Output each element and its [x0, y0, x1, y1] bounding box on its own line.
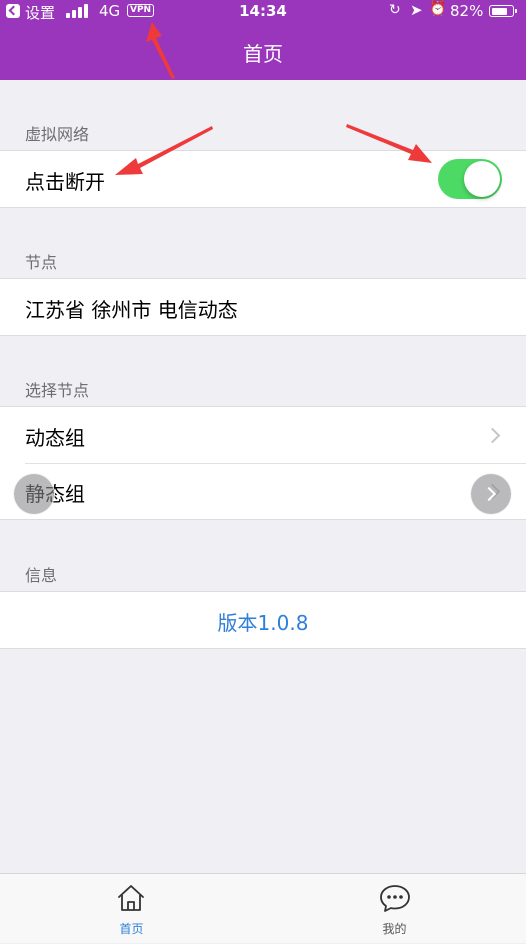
tab-bar: 首页 我的 [0, 873, 526, 943]
tab-home-label: 首页 [119, 922, 144, 936]
tab-home[interactable]: 首页 [0, 874, 263, 944]
annotation-arrow-toggle-label [115, 126, 213, 175]
tab-mine-label: 我的 [382, 922, 407, 936]
tab-mine[interactable]: 我的 [263, 874, 526, 944]
chat-icon [380, 885, 410, 912]
annotation-arrow-vpn-badge [146, 22, 175, 79]
home-icon [118, 885, 144, 911]
annotation-arrow-toggle [346, 124, 432, 163]
annotation-arrows [115, 22, 432, 175]
